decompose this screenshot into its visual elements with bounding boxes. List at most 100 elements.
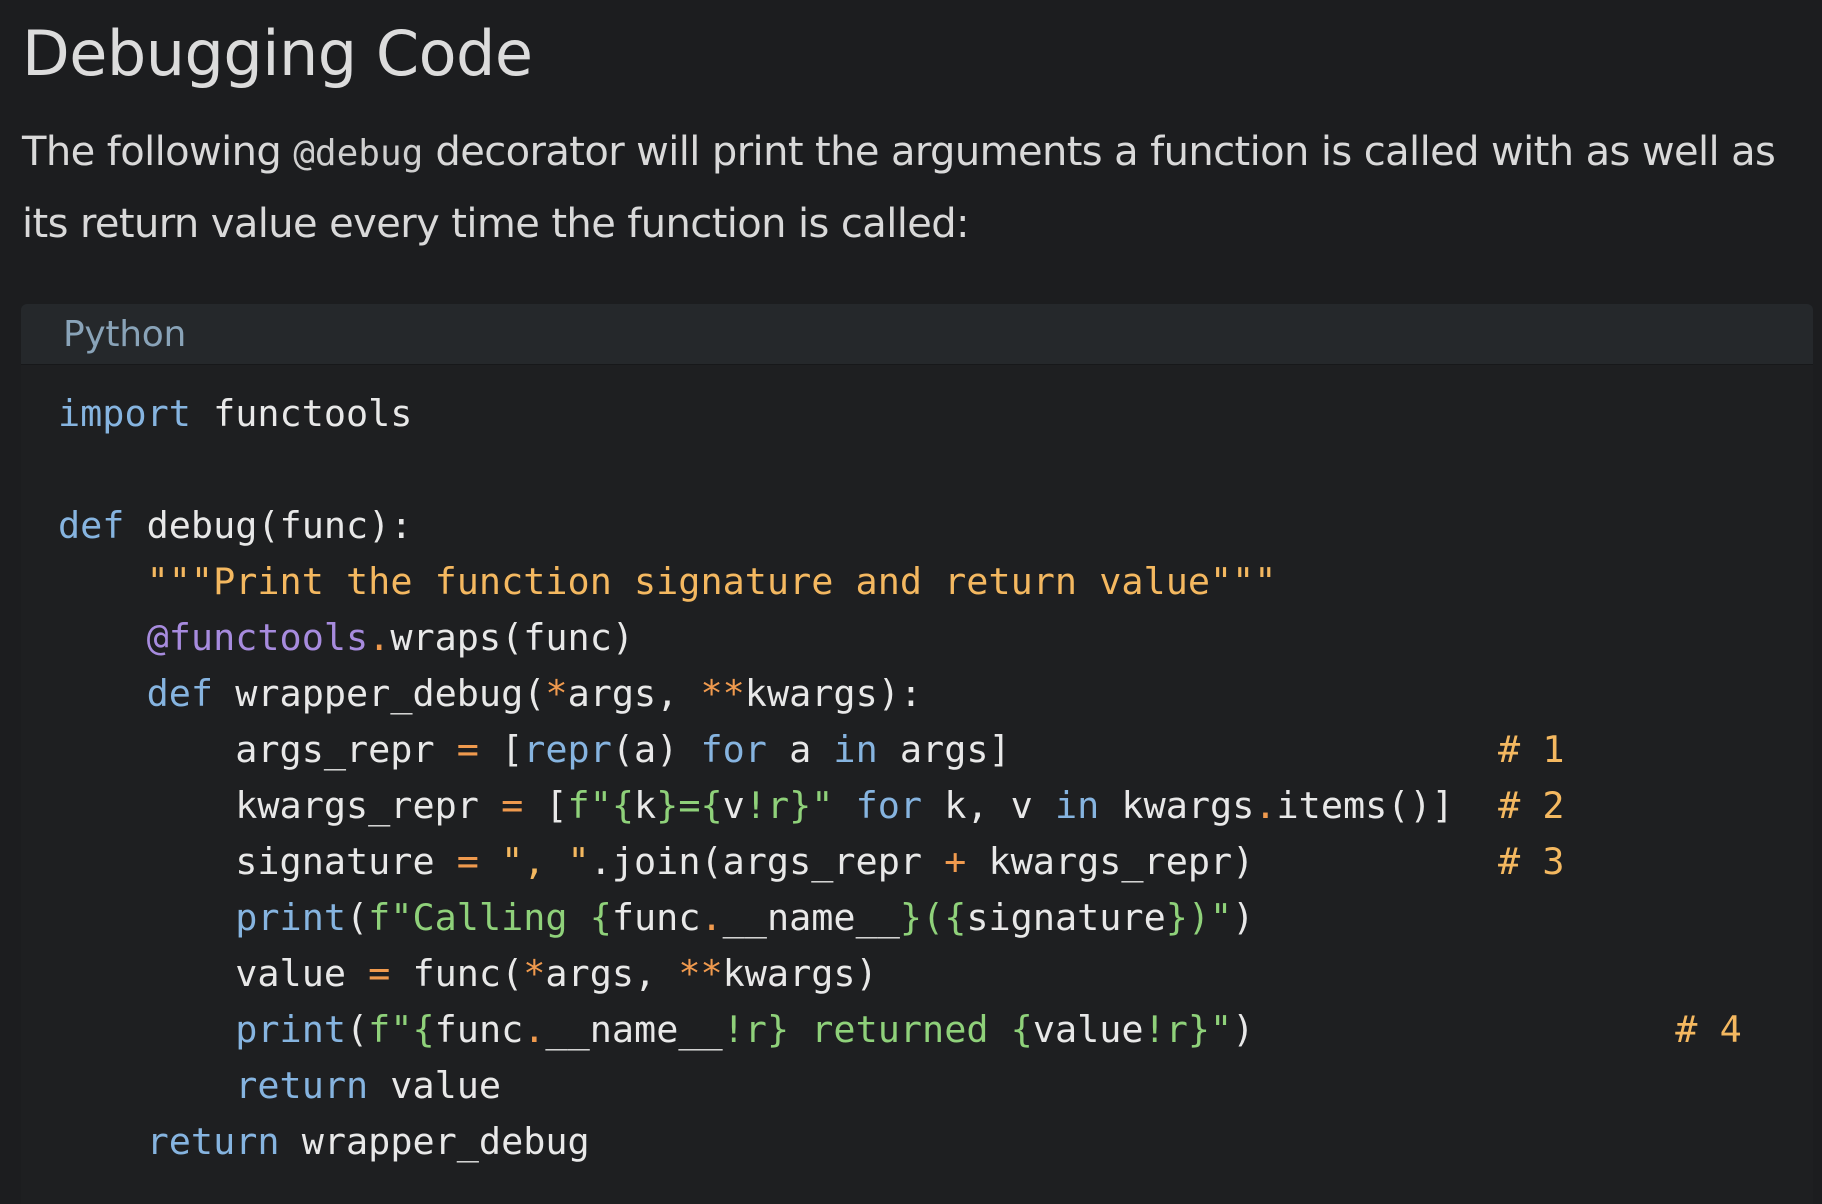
code-token-comment: # 3 [1498,840,1565,883]
code-token-fstring: }( [899,896,945,939]
code-token-text: value [58,952,369,995]
code-token-fstring: f" [368,1008,413,1051]
code-token-text: kwargs [1099,784,1255,827]
code-token-operator: = [501,784,524,827]
code-token-text: [ [478,728,524,771]
code-token-text: kwargs_repr [58,784,502,827]
code-token-text: value [1032,1008,1144,1051]
code-token-fstring: !r}" [1143,1008,1233,1051]
code-token-text: func [434,1008,524,1051]
intro-paragraph: The following @debug decorator will prin… [22,117,1802,259]
intro-text-before: The following [22,129,294,175]
code-token-text: func [611,896,701,939]
code-token-text: v [722,784,745,827]
code-token-fstring: !r} returned [722,1008,1011,1051]
code-line: signature = ", ".join(args_repr + kwargs… [58,834,1742,890]
code-token-fstring: }= [656,784,701,827]
inline-code-debug: @debug [293,133,424,174]
code-token-fstring: !r [744,784,790,827]
code-token-operator: = [456,728,479,771]
code-token-text: (a) [611,728,701,771]
code-line: print(f"Calling {func.__name__}({signatu… [58,890,1742,946]
code-token-fstring: { [611,784,635,827]
code-token-keyword: in [1054,784,1100,827]
code-token-operator: ** [700,672,745,715]
language-label: Python [63,314,186,355]
code-token-text: ) [1232,896,1255,939]
code-line: @functools.wraps(func) [58,610,1742,666]
code-token-text: args] [877,728,1499,771]
code-token-text: kwargs_repr) [966,840,1499,883]
code-token-text: k [634,784,657,827]
code-token-text: kwargs) [722,952,878,995]
code-line: print(f"{func.__name__!r} returned {valu… [58,1002,1742,1058]
code-line: return value [58,1058,1742,1114]
code-token-text: k, v [922,784,1055,827]
code-token-comment: # 2 [1498,784,1565,827]
code-token-fstring: f"Calling [368,896,590,939]
code-block[interactable]: Python import functools def debug(func):… [21,304,1813,1204]
code-token-operator: + [944,840,967,883]
code-token-text: ) [1232,1008,1676,1051]
code-token-text: args, [545,952,679,995]
code-token-keyword: for [700,728,767,771]
code-token-keyword: def [146,672,214,715]
code-token-operator: * [545,672,568,715]
code-token-operator: * [523,952,546,995]
code-token-keyword: return [146,1120,280,1163]
code-token-operator: . [700,896,723,939]
code-token-fstring: { [1010,1008,1033,1051]
code-token-decorator: @functools [146,616,369,659]
code-token-text: __name__ [722,896,900,939]
code-token-text: args_repr [58,728,457,771]
code-token-builtin: print [235,1008,347,1051]
code-line: kwargs_repr = [f"{k}={v!r}" for k, v in … [58,778,1742,834]
code-token-fstring: { [412,1008,435,1051]
code-line: """Print the function signature and retu… [58,554,1742,610]
code-token-text: kwargs): [744,672,923,715]
code-token-text: [ [523,784,568,827]
code-line: import functools [58,386,1742,442]
code-token-fstring: { [944,896,967,939]
code-token-text: signature [966,896,1166,939]
code-token-fstring: })" [1165,896,1233,939]
code-token-text: a [766,728,834,771]
code-token-operator: = [456,840,479,883]
code-token-text: args, [567,672,701,715]
code-token-operator: ** [678,952,723,995]
code-token-text: __name__ [545,1008,723,1051]
code-token-builtin: print [235,896,347,939]
code-token-fstring: }" [789,784,834,827]
code-token-text: wraps(func) [390,616,635,659]
code-token-text: ( [346,1008,369,1051]
code-token-text: ( [346,896,369,939]
code-token-text: wrapper_debug( [213,672,546,715]
code-token-keyword: for [855,784,923,827]
code-line: return wrapper_debug [58,1114,1742,1170]
code-token-builtin: repr [523,728,612,771]
code-token-string: ", " [501,840,590,883]
code-token-text: .join(args_repr [589,840,945,883]
code-token-keyword: return [235,1064,369,1107]
code-token-text: wrapper_debug [279,1120,590,1163]
code-token-operator: . [1254,784,1277,827]
code-body[interactable]: import functools def debug(func): """Pri… [58,386,1742,1170]
code-token-operator: = [368,952,391,995]
code-token-text: functools [190,392,413,435]
code-line: value = func(*args, **kwargs) [58,946,1742,1002]
code-token-text: items()] [1276,784,1499,827]
code-token-comment: # 4 [1675,1008,1742,1051]
code-token-text: value [368,1064,502,1107]
code-token-string: """Print the function signature and retu… [146,560,1277,603]
code-token-text: func( [390,952,524,995]
code-token-fstring: { [700,784,723,827]
code-token-fstring: f" [567,784,612,827]
